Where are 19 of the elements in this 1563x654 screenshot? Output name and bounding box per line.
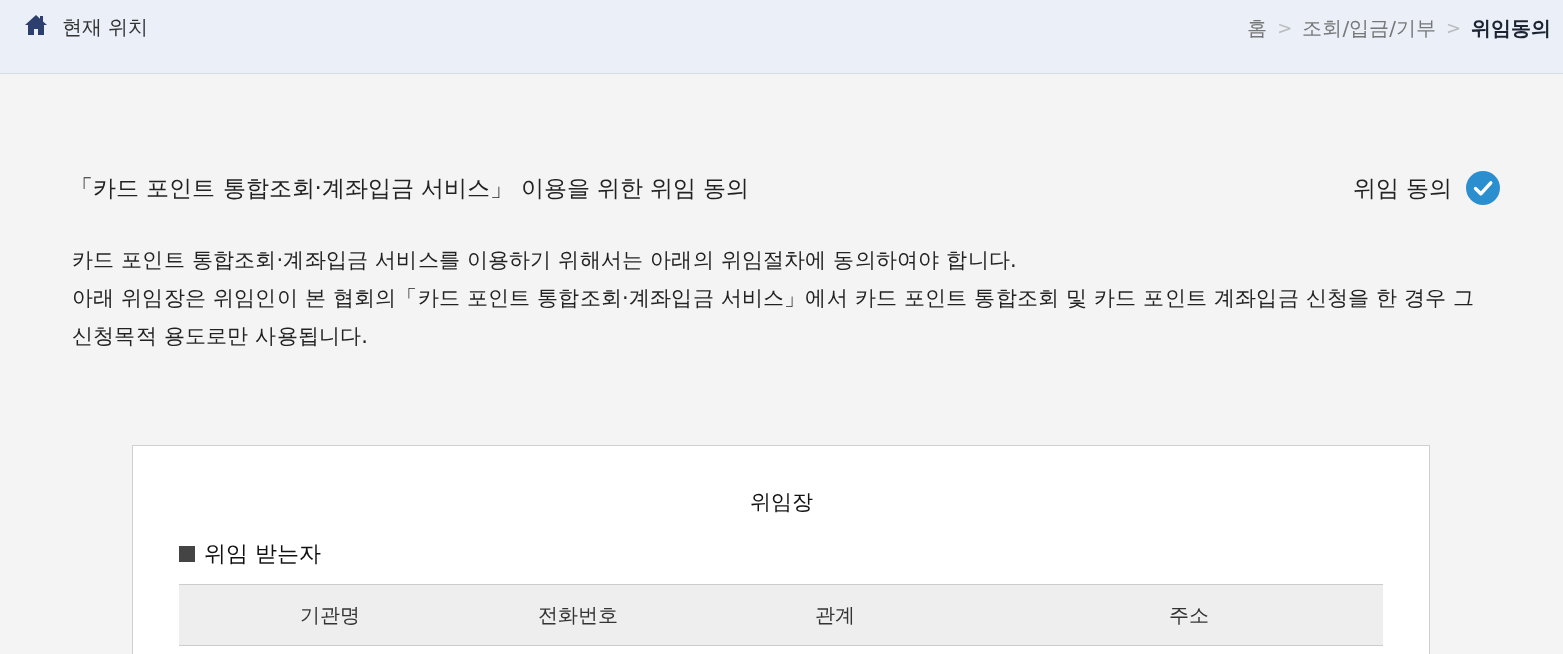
breadcrumb-link[interactable]: 홈 xyxy=(1247,14,1268,42)
section-heading: 위임 받는자 xyxy=(204,540,321,568)
breadcrumb-link[interactable]: 조회/입금/기부 xyxy=(1302,14,1436,42)
column-header: 관계 xyxy=(814,601,857,629)
column-header: 전화번호 xyxy=(537,601,620,629)
breadcrumb-separator: > xyxy=(1445,16,1461,40)
consent-label: 위임 동의 xyxy=(1352,174,1452,203)
location-label: 현재 위치 xyxy=(62,14,149,41)
breadcrumb-link[interactable]: 위임동의 xyxy=(1471,14,1551,42)
column-header: 기관명 xyxy=(298,601,361,629)
column-header: 주소 xyxy=(1167,601,1210,629)
breadcrumb-separator: > xyxy=(1277,16,1293,40)
home-icon xyxy=(24,14,48,36)
intro-text: 아래 위임장은 위임인이 본 협회의「카드 포인트 통합조회·계좌입금 서비스」에서 카드 포인트 통합조회 및 카드 포인트 계좌입금 신청을 한 경우 그 신청목적 용도로만 사용됩니다. xyxy=(72,285,1476,350)
page-title: 「카드 포인트 통합조회·계좌입금 서비스」 이용을 위한 위임 동의 xyxy=(70,174,750,203)
check-icon[interactable] xyxy=(1466,171,1500,205)
document-title: 위임장 xyxy=(748,489,814,516)
intro-text: 카드 포인트 통합조회·계좌입금 서비스를 이용하기 위해서는 아래의 위임절차에 동의하여야 합니다. xyxy=(72,247,1018,274)
square-bullet-icon xyxy=(179,546,195,562)
